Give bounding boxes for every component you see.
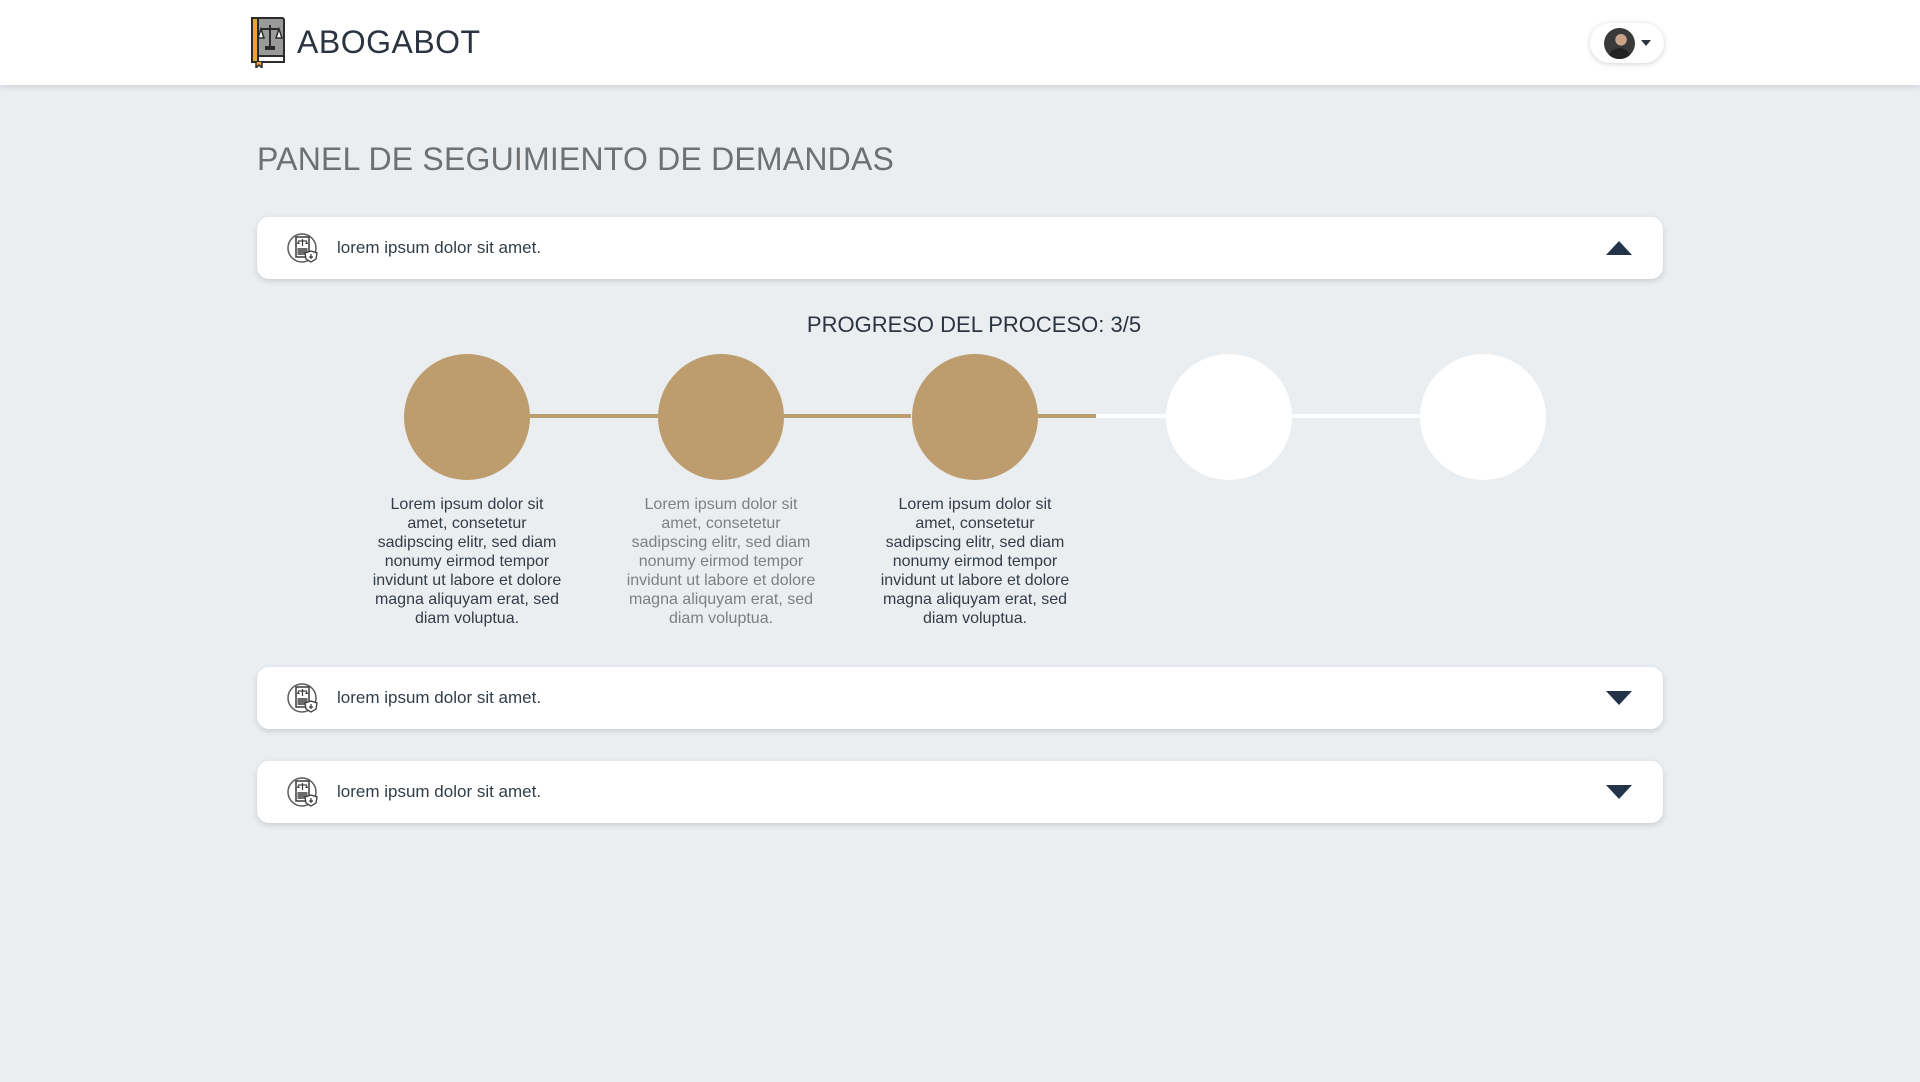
chevron-up-icon[interactable] <box>1606 241 1632 255</box>
step-3-circle <box>912 354 1038 480</box>
progress-track-completed-2 <box>783 414 911 418</box>
legal-document-icon <box>287 777 318 807</box>
chevron-down-icon[interactable] <box>1606 785 1632 799</box>
brand-home-link[interactable]: ABOGABOT <box>250 16 481 68</box>
brand-name: ABOGABOT <box>297 23 481 60</box>
avatar-shoulders <box>1608 47 1631 59</box>
case-card-3[interactable]: lorem ipsum dolor sit amet. <box>257 761 1663 823</box>
progress-title: PROGRESO DEL PROCESO: 3/5 <box>806 312 1142 337</box>
case-card-2[interactable]: lorem ipsum dolor sit amet. <box>257 667 1663 729</box>
user-menu-button[interactable] <box>1590 23 1664 63</box>
top-bar: ABOGABOT <box>0 0 1920 85</box>
caret-down-icon <box>1641 40 1651 46</box>
legal-document-icon <box>287 233 318 263</box>
step-5-circle <box>1420 354 1546 480</box>
step-2-description: Lorem ipsum dolor sit amet, consetetur s… <box>626 496 816 627</box>
progress-track-pending-1 <box>1096 414 1166 418</box>
law-book-scales-icon <box>251 17 285 68</box>
legal-document-icon <box>287 683 318 713</box>
step-1-circle <box>404 354 530 480</box>
case-title: lorem ipsum dolor sit amet. <box>337 688 542 707</box>
progress-track-completed-3 <box>1036 414 1096 418</box>
case-title: lorem ipsum dolor sit amet. <box>337 782 542 801</box>
step-1-description: Lorem ipsum dolor sit amet, consetetur s… <box>372 496 562 627</box>
progress-track-pending-2 <box>1290 414 1420 418</box>
user-avatar <box>1604 27 1635 59</box>
step-4-circle <box>1166 354 1292 480</box>
page-title: PANEL DE SEGUIMIENTO DE DEMANDAS <box>257 141 895 177</box>
step-2-circle <box>658 354 784 480</box>
chevron-down-icon[interactable] <box>1606 691 1632 705</box>
case-card-1[interactable]: lorem ipsum dolor sit amet. <box>257 217 1663 279</box>
case-title: lorem ipsum dolor sit amet. <box>337 238 542 257</box>
step-3-description: Lorem ipsum dolor sit amet, consetetur s… <box>880 496 1070 627</box>
